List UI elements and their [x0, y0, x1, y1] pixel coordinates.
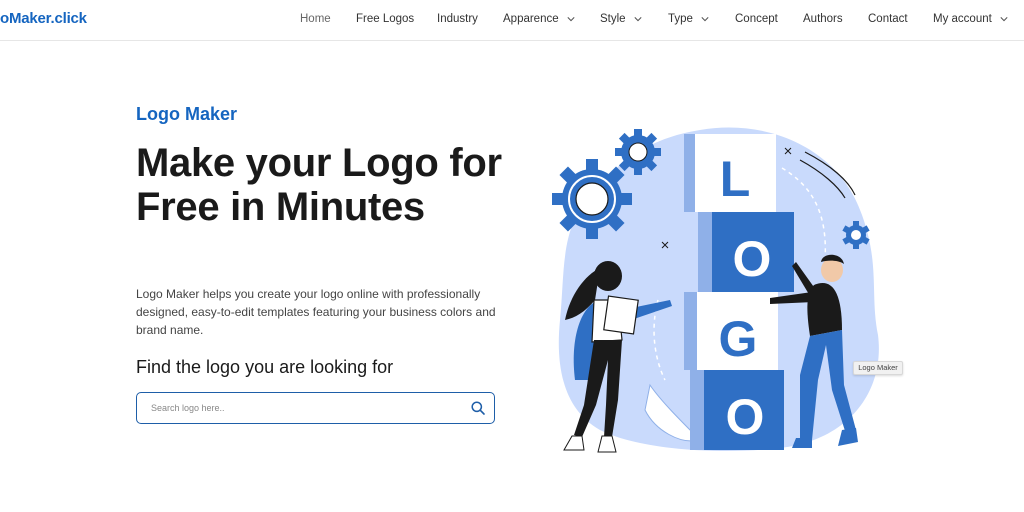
nav-free-logos-label: Free Logos — [356, 13, 415, 25]
gear-icon — [615, 129, 661, 175]
nav-home[interactable]: Home — [300, 13, 331, 25]
nav-authors[interactable]: Authors — [803, 13, 843, 25]
search-input[interactable] — [151, 400, 451, 416]
nav-industry-label: Industry — [437, 13, 478, 25]
logo-block-o2: O — [690, 370, 784, 450]
chevron-down-icon — [567, 17, 575, 22]
search-heading: Find the logo you are looking for — [136, 357, 394, 377]
block-letter: L — [720, 151, 751, 207]
nav-style[interactable]: Style — [600, 13, 642, 25]
page-title: Make your Logo for Free in Minutes — [136, 141, 502, 229]
nav-authors-label: Authors — [803, 13, 843, 25]
logo-block-o1: O — [698, 212, 794, 292]
block-letter: O — [733, 231, 772, 287]
gear-icon — [552, 159, 632, 239]
nav-contact[interactable]: Contact — [868, 13, 908, 25]
nav-contact-label: Contact — [868, 13, 908, 25]
nav-style-label: Style — [600, 13, 626, 25]
nav-my-account[interactable]: My account — [933, 13, 1008, 25]
search-box — [136, 392, 495, 424]
nav-concept[interactable]: Concept — [735, 13, 778, 25]
nav-concept-label: Concept — [735, 13, 778, 25]
nav-free-logos[interactable]: Free Logos — [356, 13, 414, 25]
nav-type-label: Type — [668, 13, 693, 25]
illustration-tooltip: Logo Maker — [853, 361, 903, 375]
nav-apparence-label: Apparence — [503, 13, 559, 25]
nav-industry[interactable]: Industry — [437, 13, 478, 25]
chevron-down-icon — [634, 17, 642, 22]
hero-description: Logo Maker helps you create your logo on… — [136, 287, 496, 337]
hero-eyebrow: Logo Maker — [136, 104, 238, 124]
nav-home-label: Home — [300, 13, 331, 25]
nav-apparence[interactable]: Apparence — [503, 13, 575, 25]
nav-my-account-label: My account — [933, 13, 992, 25]
search-icon[interactable] — [470, 400, 486, 416]
site-header: oMaker.click Home Free Logos Industry Ap… — [0, 0, 1024, 41]
hero-illustration: L O G O — [552, 127, 879, 453]
site-logo[interactable]: oMaker.click — [0, 10, 87, 27]
block-letter: G — [719, 311, 758, 367]
logo-block-l: L — [684, 134, 776, 212]
logo-block-g: G — [684, 292, 778, 370]
nav-type[interactable]: Type — [668, 13, 709, 25]
block-letter: O — [726, 389, 765, 445]
chevron-down-icon — [1000, 17, 1008, 22]
chevron-down-icon — [701, 17, 709, 22]
